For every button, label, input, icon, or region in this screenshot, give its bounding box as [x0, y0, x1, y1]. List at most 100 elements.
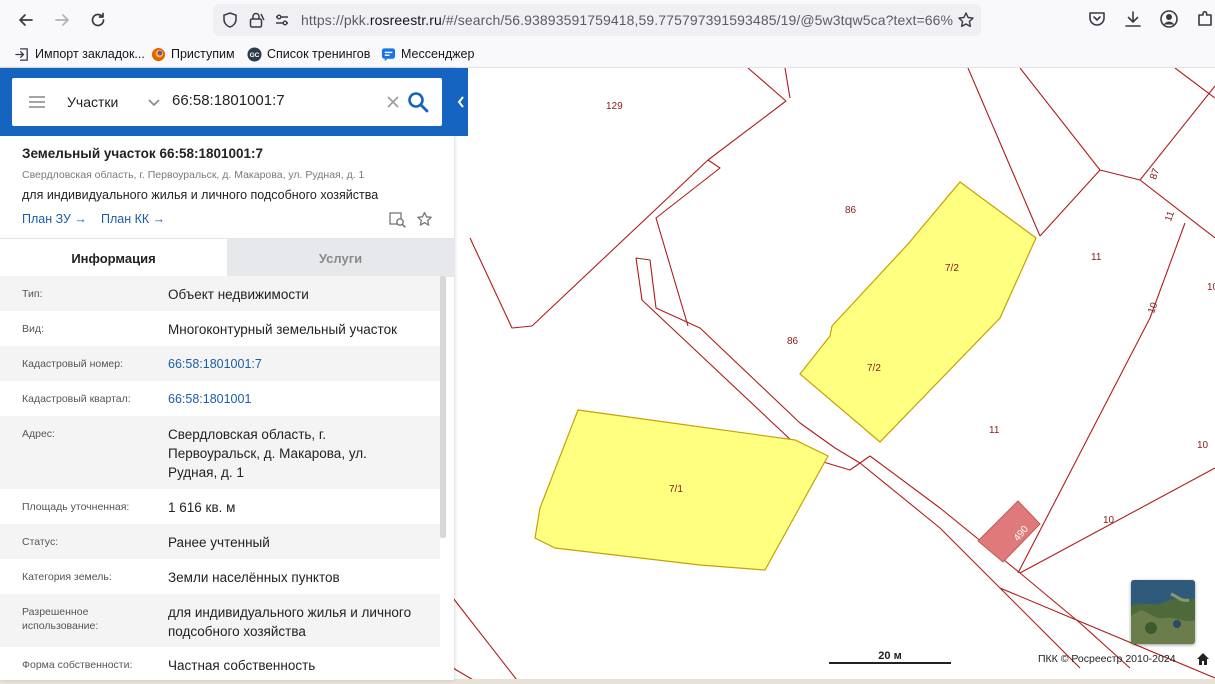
bookmark-trainings[interactable]: GC Список тренингов	[246, 45, 370, 63]
object-purpose: для индивидуального жилья и личного подс…	[22, 188, 379, 202]
arrow-left-icon	[19, 14, 33, 26]
parcel-boundary	[1174, 68, 1215, 99]
info-row-land-category: Категория земель: Земли населённых пункт…	[0, 559, 440, 594]
permissions-icon[interactable]	[273, 11, 291, 29]
clear-icon[interactable]	[384, 93, 402, 111]
info-row-area: Площадь уточненная: 1 616 кв. м	[0, 489, 440, 524]
address-bar[interactable]: https://pkk.rosreestr.ru/#/search/56.938…	[213, 4, 981, 36]
zoom-to-object-icon[interactable]	[389, 211, 406, 228]
url-path: /#/search/56.93893591759418,59.775797391…	[441, 12, 953, 28]
pocket-icon[interactable]	[1087, 9, 1107, 29]
cadastral-number-link[interactable]: 66:58:1801001:7	[168, 355, 438, 374]
chevron-left-icon	[457, 96, 464, 108]
home-icon[interactable]	[1196, 652, 1210, 666]
info-value: для индивидуального жилья и личного подс…	[168, 605, 412, 639]
map-label: 10	[1197, 440, 1209, 451]
scale-line	[829, 662, 951, 664]
map-label: 7/2	[945, 263, 959, 274]
bookmark-pristupim[interactable]: Приступим	[150, 45, 235, 63]
search-input[interactable]	[172, 92, 372, 109]
map-label: 11	[1163, 209, 1177, 223]
map-label: 7/1	[669, 484, 683, 495]
info-value: Объект недвижимости	[168, 287, 309, 302]
info-key: Вид:	[22, 323, 44, 335]
scrollbar[interactable]	[440, 276, 446, 538]
copyright-text: ПКК © Росреестр 2010-2024	[1038, 653, 1176, 665]
scale-bar: 20 м	[829, 648, 951, 666]
map-label: 86	[787, 336, 799, 347]
bookmark-label: Список тренингов	[267, 47, 371, 61]
extensions-icon[interactable]	[1195, 9, 1215, 29]
road-boundary	[834, 447, 1081, 669]
menu-icon[interactable]	[28, 93, 46, 111]
info-key: Тип:	[22, 288, 43, 300]
parcel-boundary	[655, 159, 721, 327]
collapse-panel-button[interactable]	[454, 88, 468, 116]
info-key: Форма собственности:	[22, 659, 133, 671]
parcel-contour-7-2[interactable]	[799, 181, 1037, 443]
bookmark-label: Мессенджер	[401, 47, 475, 61]
info-key: Адрес:	[22, 428, 55, 440]
search-icon[interactable]	[406, 90, 430, 114]
account-icon[interactable]	[1159, 9, 1179, 29]
info-row-permitted-use: Разрешенное использование: для индивидуа…	[0, 594, 440, 647]
info-value: Свердловская область, г. Первоуральск, д…	[168, 427, 367, 480]
satellite-layer-thumbnail[interactable]	[1131, 580, 1195, 644]
info-value: 1 616 кв. м	[168, 500, 236, 515]
info-table: Тип: Объект недвижимости Вид: Многоконту…	[0, 276, 440, 680]
map-label: 87	[1148, 167, 1162, 182]
url-prefix: https://pkk.	[301, 12, 370, 28]
downloads-icon[interactable]	[1123, 9, 1143, 29]
info-row-status: Статус: Ранее учтенный	[0, 524, 440, 559]
map-label: 10	[1207, 282, 1215, 293]
search-bar: Участки	[12, 78, 442, 126]
back-button[interactable]	[12, 6, 40, 34]
parcel-boundary	[1019, 467, 1215, 574]
parcel-boundary	[1017, 222, 1186, 574]
road-boundary	[849, 455, 1131, 669]
map-label: 86	[845, 205, 857, 216]
parcel-boundary	[1139, 179, 1215, 239]
info-key: Кадастровый номер:	[22, 358, 124, 370]
object-address: Свердловская область, г. Первоуральск, д…	[22, 169, 365, 181]
messenger-icon	[380, 46, 396, 62]
info-key: Площадь уточненная:	[22, 501, 130, 513]
satellite-preview-icon	[1131, 580, 1195, 644]
info-value: Ранее учтенный	[168, 535, 270, 550]
forward-button[interactable]	[48, 6, 76, 34]
map-label: 10	[1103, 515, 1115, 526]
url-text[interactable]: https://pkk.rosreestr.ru/#/search/56.938…	[301, 12, 953, 28]
favorite-star-icon[interactable]	[416, 211, 433, 228]
parcel-boundary	[707, 68, 787, 161]
shield-icon[interactable]	[221, 11, 239, 29]
bookmark-import[interactable]: Импорт закладок...	[14, 45, 145, 63]
parcel-boundary	[1039, 169, 1101, 237]
bookmark-messenger[interactable]: Мессенджер	[380, 45, 474, 63]
map-label: 11	[1091, 252, 1102, 263]
info-value: Земли населённых пунктов	[168, 570, 340, 585]
info-row-cadastral-number: Кадастровый номер: 66:58:1801001:7	[0, 346, 440, 381]
reload-button[interactable]	[84, 6, 112, 34]
info-row-type: Тип: Объект недвижимости	[0, 276, 440, 311]
bookmarks-toolbar: Импорт закладок... Приступим GC Список т…	[0, 40, 1215, 68]
bookmark-label: Импорт закладок...	[35, 47, 145, 61]
info-value: Частная собственность	[168, 658, 316, 673]
info-tabs: Информация Услуги	[0, 238, 454, 277]
parcel-boundary	[469, 159, 709, 329]
chevron-down-icon[interactable]	[147, 95, 161, 109]
tab-information[interactable]: Информация	[0, 239, 227, 277]
gc-logo-icon: GC	[246, 46, 262, 62]
reload-icon	[91, 12, 105, 27]
building-490[interactable]	[977, 500, 1041, 563]
info-row-ownership: Форма собственности: Частная собственнос…	[0, 647, 440, 680]
tab-services[interactable]: Услуги	[227, 239, 454, 277]
cadastral-quarter-link[interactable]: 66:58:1801001	[168, 390, 438, 409]
plan-kk-link[interactable]: План КК →	[101, 212, 165, 226]
lock-warning-icon[interactable]	[247, 11, 265, 29]
bookmark-star-icon[interactable]	[957, 11, 975, 29]
parcel-boundary	[784, 68, 791, 99]
import-icon	[14, 46, 30, 62]
plan-zu-link[interactable]: План ЗУ →	[22, 212, 87, 226]
search-scope-select[interactable]: Участки	[67, 94, 118, 110]
info-value: Многоконтурный земельный участок	[168, 322, 397, 337]
